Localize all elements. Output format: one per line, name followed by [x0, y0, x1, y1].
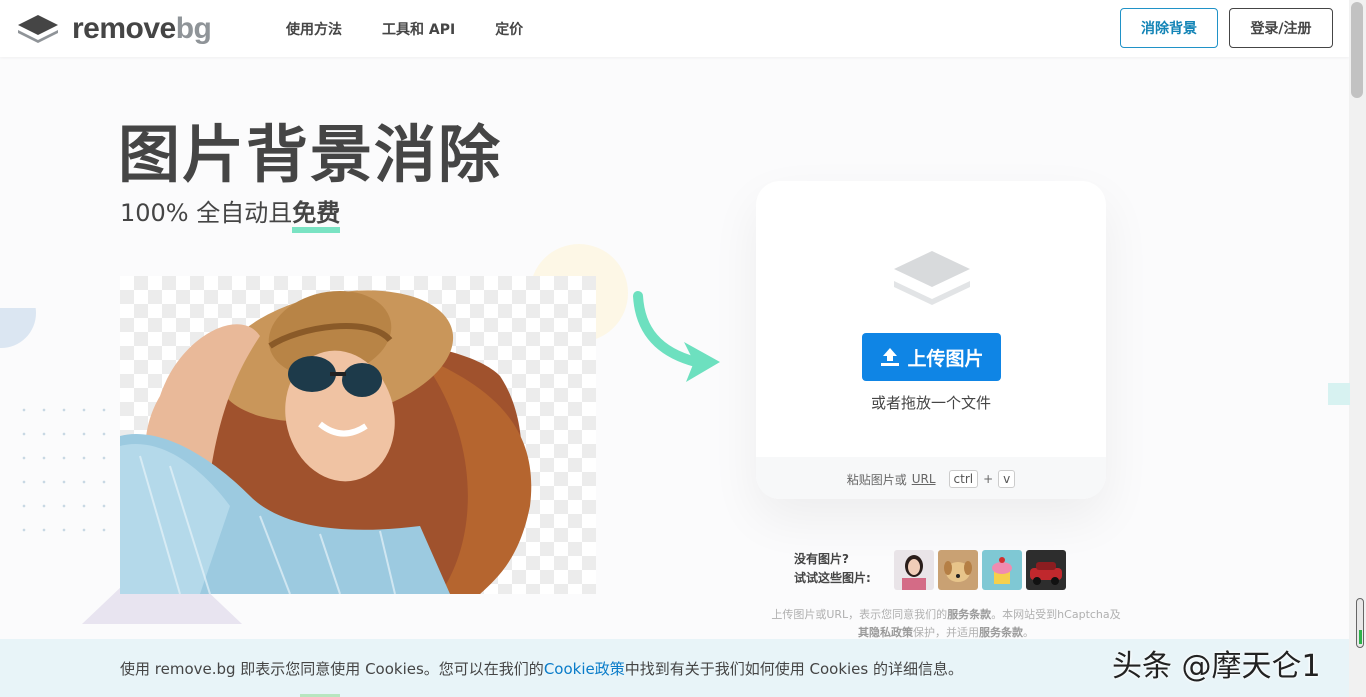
nav-tools-api[interactable]: 工具和 API: [382, 19, 455, 39]
ctrl-key: ctrl: [948, 470, 979, 488]
login-signup-button[interactable]: 登录/注册: [1229, 8, 1333, 48]
logo-text-secondary: bg: [175, 12, 212, 45]
terms-of-service-link-2[interactable]: 服务条款: [979, 626, 1023, 639]
cookie-prefix: 使用 remove.bg 即表示您同意使用 Cookies。您可以在我们的: [120, 660, 544, 678]
terms-text: 上传图片或URL，表示您同意我们的服务条款。本网站受到hCaptcha及 其隐私…: [756, 606, 1136, 642]
top-header: removebg 使用方法 工具和 API 定价 消除背景 登录/注册: [0, 0, 1349, 57]
nav-how-to-use[interactable]: 使用方法: [286, 19, 342, 39]
logo-text-primary: remove: [72, 12, 176, 45]
try-these-text: 试试这些图片:: [794, 571, 871, 585]
sample-images-label: 没有图片? 试试这些图片:: [794, 550, 871, 588]
hero-subtitle-highlight: 免费: [292, 199, 341, 227]
hero-subtitle-prefix: 100% 全自动且: [120, 199, 293, 227]
paste-url-link[interactable]: URL: [912, 472, 936, 486]
mini-scroll-indicator: [1359, 630, 1362, 644]
privacy-policy-link[interactable]: 其隐私政策: [858, 626, 913, 639]
drop-file-text: 或者拖放一个文件: [870, 394, 991, 412]
upload-icon: [881, 348, 900, 366]
paste-prefix: 粘贴图片或: [846, 472, 907, 487]
demo-cutout-image: [120, 276, 596, 594]
logo[interactable]: removebg: [16, 12, 212, 46]
sample-dog-thumb[interactable]: [938, 550, 978, 590]
woman-with-hat-image: [120, 290, 532, 594]
paste-hint: 粘贴图片或 URL ctrl + v: [756, 470, 1106, 488]
sample-thumbnails: [894, 550, 1066, 590]
sample-woman-thumb[interactable]: [894, 550, 934, 590]
cookie-text: 使用 remove.bg 即表示您同意使用 Cookies。您可以在我们的Coo…: [120, 658, 963, 679]
hero-subtitle: 100% 全自动且免费: [120, 193, 340, 228]
hero-title: 图片背景消除: [118, 118, 503, 191]
cookie-suffix: 中找到有关于我们如何使用 Cookies 的详细信息。: [624, 660, 963, 678]
v-key: v: [998, 470, 1016, 488]
terms-of-service-link[interactable]: 服务条款: [947, 608, 991, 621]
nav-pricing[interactable]: 定价: [495, 19, 523, 39]
layers-icon: [894, 251, 970, 305]
upload-image-button[interactable]: 上传图片: [862, 333, 1001, 381]
upload-button-label: 上传图片: [907, 347, 984, 370]
terms-part-1: 上传图片或URL，表示您同意我们的: [771, 608, 948, 621]
curved-arrow-icon: [633, 291, 720, 382]
terms-part-5: 保护，并适用: [913, 626, 979, 639]
logo-layers-icon: [18, 15, 58, 43]
plus-sign: +: [983, 472, 994, 486]
logo-text: removebg: [72, 12, 212, 46]
scrollbar-thumb[interactable]: [1351, 2, 1363, 98]
main-nav: 使用方法 工具和 API 定价: [286, 19, 523, 39]
page-scrollbar[interactable]: [1349, 0, 1366, 697]
terms-part-7: 。: [1023, 626, 1034, 639]
sample-car-thumb[interactable]: [1026, 550, 1066, 590]
decorative-dots: [14, 398, 124, 538]
remove-background-button[interactable]: 消除背景: [1120, 8, 1218, 48]
terms-part-3: 。本网站受到hCaptcha及: [991, 608, 1121, 621]
sample-cake-thumb[interactable]: [982, 550, 1022, 590]
watermark-text: 头条 @摩天仑1: [1112, 649, 1321, 684]
no-image-text: 没有图片?: [794, 552, 849, 566]
decorative-square: [1328, 383, 1350, 405]
cookie-policy-link[interactable]: Cookie政策: [544, 660, 625, 678]
decorative-circle: [0, 308, 36, 348]
upload-card[interactable]: 上传图片 或者拖放一个文件 粘贴图片或 URL ctrl + v: [756, 181, 1106, 499]
